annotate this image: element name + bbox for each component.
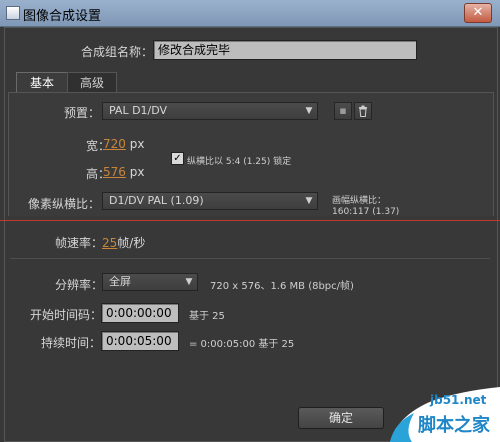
window-title: 图像合成设置 [23, 9, 102, 24]
duration-input[interactable]: 0:00:05:00 [101, 331, 179, 351]
duration-label: 持续时间： [41, 336, 102, 350]
resolution-value: 全屏 [109, 275, 131, 288]
save-preset-icon[interactable]: ▪ [334, 102, 352, 120]
frame-aspect-label: 画幅纵横比： [332, 196, 387, 206]
frame-rate-unit: 帧/秒 [117, 236, 146, 250]
lock-aspect-checkbox[interactable]: ✓ [171, 152, 184, 165]
preset-dropdown[interactable]: PAL D1/DV ▼ [102, 102, 318, 120]
resolution-info: 720 x 576、1.6 MB (8bpc/帧) [210, 281, 354, 292]
height-field: 576 px [103, 165, 144, 179]
frame-rate-label: 帧速率： [55, 236, 104, 250]
delete-preset-icon[interactable] [354, 102, 372, 120]
chevron-down-icon: ▼ [305, 106, 313, 116]
divider [10, 258, 490, 259]
frame-aspect-value: 160:117 (1.37) [332, 207, 400, 217]
watermark: jb51.net 脚本之家 [360, 387, 500, 442]
height-value[interactable]: 576 [103, 165, 126, 179]
pixel-aspect-label: 像素纵横比： [28, 197, 101, 211]
frame-rate-value[interactable]: 25 [102, 236, 117, 250]
pixel-aspect-dropdown[interactable]: D1/DV PAL (1.09) ▼ [102, 192, 318, 210]
start-timecode-label: 开始时间码： [30, 308, 103, 322]
title-bar[interactable]: 图像合成设置 ✕ [0, 0, 500, 27]
width-value[interactable]: 720 [103, 137, 126, 151]
trash-icon [359, 105, 367, 117]
preset-label: 预置： [64, 106, 101, 120]
comp-name-label: 合成组名称： [81, 45, 154, 59]
guide-line [0, 220, 500, 221]
tab-basic[interactable]: 基本 [16, 72, 68, 93]
height-unit: px [129, 165, 145, 179]
lock-aspect-label: 纵横比以 5:4 (1.25) 锁定 [187, 157, 292, 167]
preset-value: PAL D1/DV [109, 104, 168, 117]
close-button[interactable]: ✕ [464, 3, 492, 23]
resolution-label: 分辨率： [55, 278, 104, 292]
pixel-aspect-value: D1/DV PAL (1.09) [109, 194, 204, 207]
app-icon [6, 6, 20, 20]
chevron-down-icon: ▼ [185, 277, 193, 287]
watermark-site: jb51.net [430, 393, 487, 407]
watermark-text: 脚本之家 [418, 415, 490, 436]
frame-rate-field: 25帧/秒 [102, 234, 145, 251]
tab-advanced[interactable]: 高级 [67, 72, 117, 93]
chevron-down-icon: ▼ [305, 196, 313, 206]
comp-name-input[interactable]: 修改合成完毕 [153, 40, 417, 60]
resolution-dropdown[interactable]: 全屏 ▼ [102, 273, 198, 291]
start-timecode-note: 基于 25 [189, 311, 225, 322]
width-field: 720 px [103, 137, 144, 151]
width-unit: px [129, 137, 145, 151]
duration-note: = 0:00:05:00 基于 25 [189, 339, 295, 350]
composition-settings-dialog: 图像合成设置 ✕ 合成组名称： 修改合成完毕 基本 高级 预置： PAL D1/… [0, 0, 500, 442]
start-timecode-input[interactable]: 0:00:00:00 [101, 303, 179, 323]
